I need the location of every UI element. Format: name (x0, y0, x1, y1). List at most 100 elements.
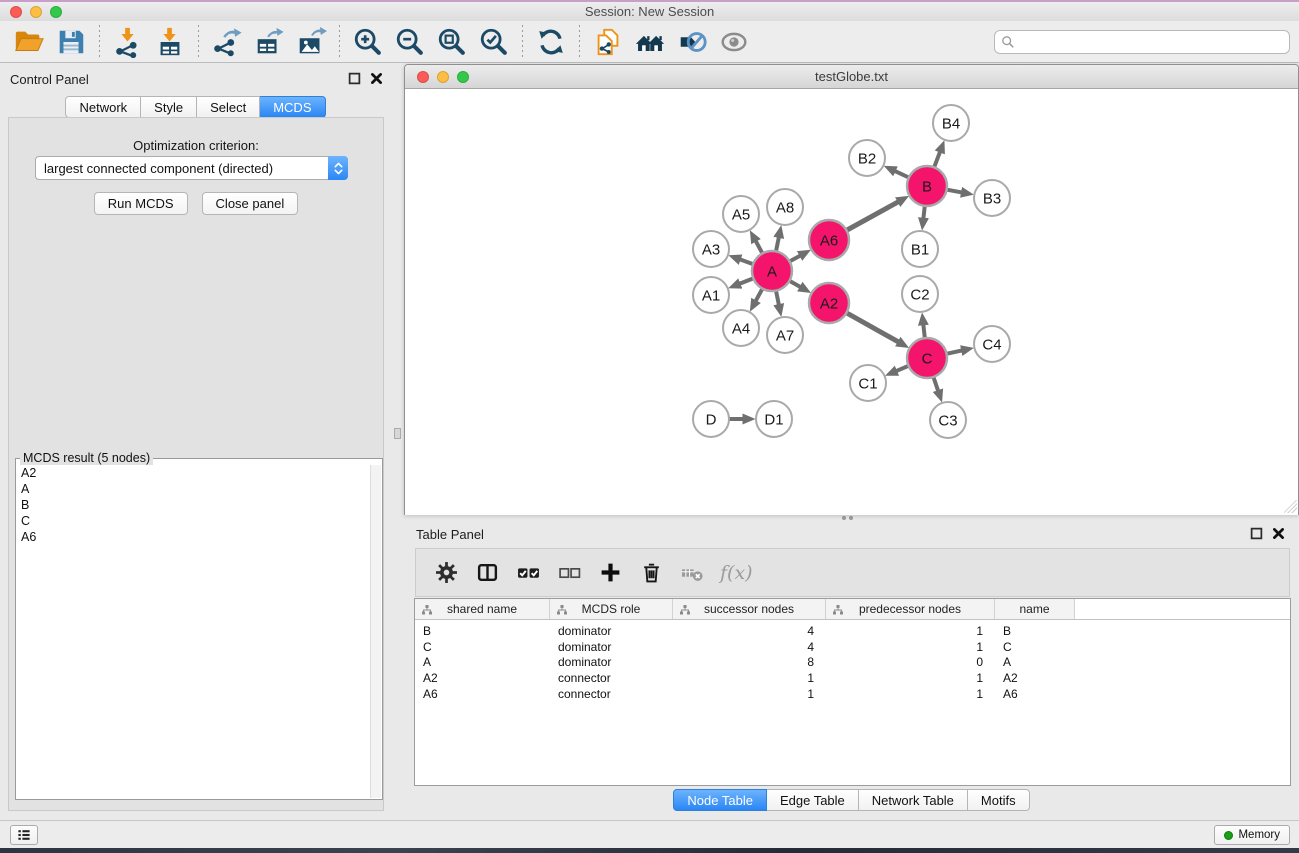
task-history-button[interactable] (10, 825, 38, 845)
hide-labels-icon[interactable] (675, 25, 709, 59)
open-session-icon[interactable] (12, 25, 46, 59)
node-B4[interactable]: B4 (933, 105, 969, 141)
tab-node-table[interactable]: Node Table (673, 789, 767, 811)
table-cell[interactable]: 1 (826, 624, 995, 638)
network-window-titlebar[interactable]: testGlobe.txt (405, 65, 1298, 89)
node-C1[interactable]: C1 (850, 365, 886, 401)
table-cell[interactable]: 1 (826, 671, 995, 685)
node-A4[interactable]: A4 (723, 310, 759, 346)
table-cell[interactable]: 1 (826, 640, 995, 654)
node-C3[interactable]: C3 (930, 402, 966, 438)
mcds-result-item[interactable]: C (21, 513, 370, 529)
column-header-name[interactable]: name (995, 599, 1075, 619)
table-row[interactable]: Cdominator41C (415, 639, 1290, 655)
network-close-button[interactable] (417, 71, 429, 83)
table-cell[interactable]: A6 (415, 687, 550, 701)
zoom-in-icon[interactable] (351, 25, 385, 59)
table-cell[interactable]: C (995, 640, 1075, 654)
mcds-result-list[interactable]: A2ABCA6 (17, 465, 370, 798)
mcds-result-item[interactable]: A2 (21, 465, 370, 481)
tab-motifs[interactable]: Motifs (968, 789, 1030, 811)
export-table-icon[interactable] (252, 25, 286, 59)
mcds-result-item[interactable]: B (21, 497, 370, 513)
node-C4[interactable]: C4 (974, 326, 1010, 362)
zoom-out-icon[interactable] (393, 25, 427, 59)
node-A6[interactable]: A6 (809, 220, 849, 260)
close-table-panel-icon[interactable] (1272, 527, 1285, 540)
node-B[interactable]: B (907, 166, 947, 206)
minimize-window-button[interactable] (30, 6, 42, 18)
run-mcds-button[interactable]: Run MCDS (94, 192, 188, 215)
table-cell[interactable]: 1 (673, 687, 826, 701)
create-column-icon[interactable] (597, 560, 623, 586)
tab-style[interactable]: Style (141, 96, 197, 118)
deselect-all-columns-icon[interactable] (556, 560, 582, 586)
export-image-icon[interactable] (294, 25, 328, 59)
column-header-successor-nodes[interactable]: successor nodes (673, 599, 826, 619)
node-C2[interactable]: C2 (902, 276, 938, 312)
table-cell[interactable]: 8 (673, 655, 826, 669)
search-field[interactable] (994, 30, 1290, 54)
table-cell[interactable]: B (995, 624, 1075, 638)
equation-builder-button[interactable]: f(x) (720, 562, 753, 584)
clone-network-icon[interactable] (591, 25, 625, 59)
mcds-result-item[interactable]: A (21, 481, 370, 497)
import-network-icon[interactable] (111, 25, 145, 59)
table-cell[interactable]: connector (550, 687, 673, 701)
tab-select[interactable]: Select (197, 96, 260, 118)
table-row[interactable]: A6connector11A6 (415, 686, 1290, 702)
node-A7[interactable]: A7 (767, 317, 803, 353)
zoom-window-button[interactable] (50, 6, 62, 18)
resize-handle-icon[interactable] (1284, 500, 1297, 513)
node-A[interactable]: A (752, 251, 792, 291)
table-cell[interactable]: B (415, 624, 550, 638)
table-cell[interactable]: A (415, 655, 550, 669)
close-window-button[interactable] (10, 6, 22, 18)
table-cell[interactable]: 1 (826, 687, 995, 701)
tab-mcds[interactable]: MCDS (260, 96, 325, 118)
vertical-split-gripper[interactable] (394, 428, 401, 439)
mcds-result-scrollbar[interactable] (370, 465, 381, 798)
node-A8[interactable]: A8 (767, 189, 803, 225)
import-table-icon[interactable] (153, 25, 187, 59)
node-A3[interactable]: A3 (693, 231, 729, 267)
home-icon[interactable] (633, 25, 667, 59)
tab-network-table[interactable]: Network Table (859, 789, 968, 811)
network-zoom-button[interactable] (457, 71, 469, 83)
network-canvas[interactable]: B4B2BB3A8A5A6A3B1AA1C2A2A4A7C4CC1C3DD1 (405, 90, 1298, 515)
delete-columns-icon[interactable] (638, 560, 664, 586)
delete-table-icon[interactable] (679, 560, 705, 586)
table-cell[interactable]: dominator (550, 624, 673, 638)
memory-button[interactable]: Memory (1214, 825, 1290, 845)
node-B3[interactable]: B3 (974, 180, 1010, 216)
node-A2[interactable]: A2 (809, 283, 849, 323)
mcds-result-item[interactable]: A6 (21, 529, 370, 545)
column-header-predecessor-nodes[interactable]: predecessor nodes (826, 599, 995, 619)
table-row[interactable]: Adominator80A (415, 655, 1290, 671)
float-panel-icon[interactable] (348, 72, 361, 85)
column-header-MCDS-role[interactable]: MCDS role (550, 599, 673, 619)
save-session-icon[interactable] (54, 25, 88, 59)
float-table-panel-icon[interactable] (1250, 527, 1263, 540)
table-row[interactable]: A2connector11A2 (415, 670, 1290, 686)
node-A1[interactable]: A1 (693, 277, 729, 313)
table-cell[interactable]: 4 (673, 640, 826, 654)
table-body[interactable]: Bdominator41BCdominator41CAdominator80AA… (415, 620, 1290, 702)
select-all-columns-icon[interactable] (515, 560, 541, 586)
node-B2[interactable]: B2 (849, 140, 885, 176)
table-options-icon[interactable] (433, 560, 459, 586)
tab-edge-table[interactable]: Edge Table (767, 789, 859, 811)
table-cell[interactable]: A2 (995, 671, 1075, 685)
table-cell[interactable]: 4 (673, 624, 826, 638)
node-D[interactable]: D (693, 401, 729, 437)
table-cell[interactable]: A2 (415, 671, 550, 685)
column-header-shared-name[interactable]: shared name (415, 599, 550, 619)
table-cell[interactable]: 1 (673, 671, 826, 685)
show-eye-icon[interactable] (717, 25, 751, 59)
zoom-fit-icon[interactable] (435, 25, 469, 59)
table-cell[interactable]: dominator (550, 655, 673, 669)
table-cell[interactable]: A (995, 655, 1075, 669)
network-minimize-button[interactable] (437, 71, 449, 83)
table-row[interactable]: Bdominator41B (415, 623, 1290, 639)
node-C[interactable]: C (907, 338, 947, 378)
